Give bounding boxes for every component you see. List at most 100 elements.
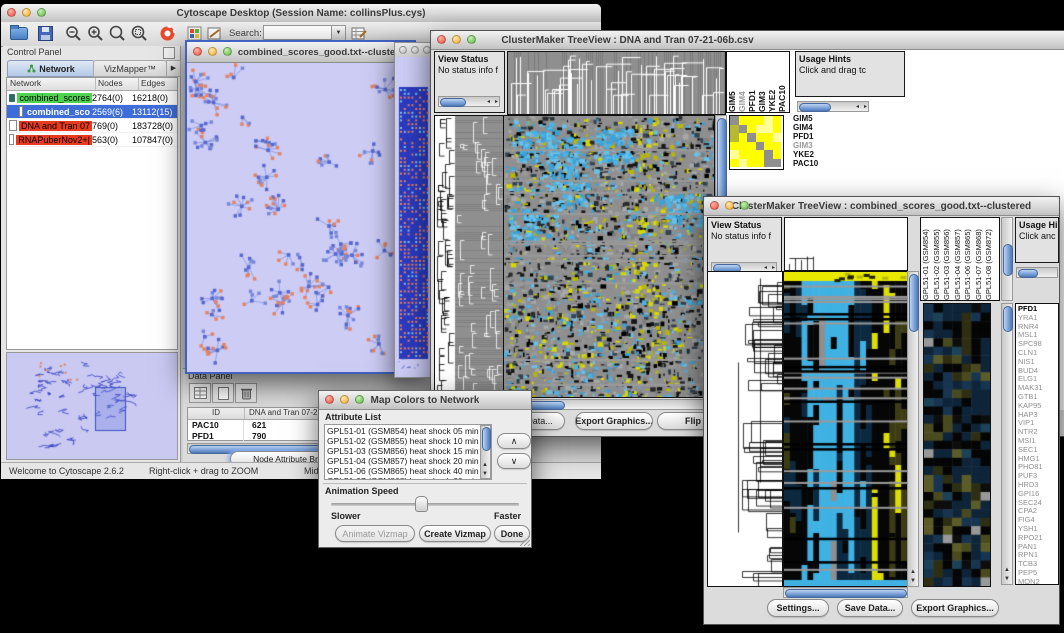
- matrix-cell[interactable]: [773, 133, 782, 142]
- network-table-row[interactable]: combined_sco2569(6)13112(15): [7, 105, 177, 119]
- network-table-row[interactable]: RNAPuberNov2+|563(0)107847(0): [7, 133, 177, 147]
- col-nodes[interactable]: Nodes: [96, 78, 139, 90]
- treeview1-zoomview-hscrollbar[interactable]: ◂ ▸: [797, 101, 869, 112]
- scroll-right-icon[interactable]: ▸: [495, 98, 498, 106]
- matrix-cell[interactable]: [773, 150, 782, 159]
- delete-attribute-trash-icon[interactable]: [235, 383, 257, 403]
- column-label[interactable]: PAC10: [777, 54, 787, 112]
- matrix-cell[interactable]: [739, 116, 748, 125]
- close-button[interactable]: [325, 395, 334, 404]
- main-titlebar[interactable]: Cytoscape Desktop (Session Name: collins…: [1, 4, 601, 23]
- col-edges[interactable]: Edges: [139, 78, 177, 90]
- speed-slider-thumb[interactable]: [415, 496, 428, 512]
- close-button[interactable]: [437, 35, 446, 44]
- treeview1-column-dendrogram[interactable]: [507, 51, 726, 115]
- matrix-cell[interactable]: [756, 125, 765, 134]
- matrix-cell[interactable]: [739, 142, 748, 151]
- network-window2-titlebar[interactable]: [395, 43, 432, 58]
- move-up-button[interactable]: ∧: [497, 433, 531, 449]
- column-label[interactable]: GPL51-08 (GSM872): [984, 220, 995, 300]
- save-data-button[interactable]: Save Data...: [837, 599, 903, 617]
- attribute-list-item[interactable]: GPL51-01 (GSM854) heat shock 05 min: [327, 426, 489, 436]
- treeview1-row-dendrogram[interactable]: [434, 115, 504, 398]
- close-button[interactable]: [193, 47, 202, 56]
- treeview2-heatmap-vscrollbar[interactable]: ▲ ▼: [907, 271, 919, 587]
- treeview2-labels-vscrollbar[interactable]: [1001, 217, 1013, 301]
- minimize-button[interactable]: [452, 35, 461, 44]
- heatmap-vscrollbar-thumb[interactable]: [717, 118, 727, 200]
- network-table-row[interactable]: combined_scores2764(0)16218(0): [7, 91, 177, 105]
- column-label[interactable]: GIM3: [757, 54, 767, 112]
- scroll-right-icon[interactable]: ▸: [864, 103, 867, 111]
- treeview2-zoom-view[interactable]: [923, 303, 991, 587]
- scroll-left-icon[interactable]: ◂: [487, 98, 490, 106]
- tab-overflow-button[interactable]: ▶: [166, 60, 181, 77]
- zoom-button[interactable]: [355, 395, 364, 404]
- col-network[interactable]: Network: [7, 78, 96, 90]
- column-label[interactable]: PFD1: [747, 54, 757, 112]
- scroll-up-icon[interactable]: ▲: [910, 568, 916, 576]
- column-label[interactable]: GIM5: [727, 54, 737, 112]
- attribute-listbox[interactable]: GPL51-01 (GSM854) heat shock 05 min GPL51…: [324, 424, 492, 480]
- new-attribute-icon[interactable]: [212, 383, 234, 403]
- zoom-button[interactable]: [467, 35, 476, 44]
- resize-grip-icon[interactable]: [520, 536, 530, 546]
- scroll-down-icon[interactable]: ▼: [1004, 575, 1010, 583]
- animate-vizmap-button[interactable]: Animate Vizmap: [335, 525, 415, 542]
- heatmap-hscrollbar-thumb[interactable]: [785, 589, 907, 598]
- matrix-cell[interactable]: [756, 116, 765, 125]
- column-label[interactable]: YKE2: [767, 54, 777, 112]
- labels-vscrollbar-thumb[interactable]: [1003, 244, 1013, 276]
- network-view-canvas[interactable]: [187, 63, 414, 372]
- matrix-cell[interactable]: [764, 159, 773, 168]
- matrix-cell[interactable]: [730, 159, 739, 168]
- column-label[interactable]: GPL51-06 (GSM865): [963, 220, 974, 300]
- create-vizmap-button[interactable]: Create Vizmap: [419, 525, 491, 542]
- help-lifesaver-icon[interactable]: [157, 24, 177, 43]
- matrix-cell[interactable]: [764, 116, 773, 125]
- attribute-list-item[interactable]: GPL51-04 (GSM857) heat shock 20 min: [327, 456, 489, 466]
- gene-label[interactable]: MON2: [1018, 578, 1058, 585]
- data-col-id[interactable]: ID: [188, 408, 245, 419]
- column-label[interactable]: GPL51-02 (GSM855): [932, 220, 943, 300]
- close-button[interactable]: [399, 46, 407, 54]
- birdseye-view[interactable]: [6, 352, 178, 460]
- matrix-cell[interactable]: [747, 159, 756, 168]
- column-label[interactable]: GPL51-01 (GSM854): [921, 220, 932, 300]
- scroll-up-icon[interactable]: ▲: [482, 461, 488, 469]
- matrix-cell[interactable]: [730, 150, 739, 159]
- row-label[interactable]: PAC10: [793, 160, 827, 169]
- treeview2-zoom-vscrollbar[interactable]: ▲ ▼: [1001, 303, 1013, 585]
- matrix-cell[interactable]: [747, 150, 756, 159]
- treeview1-heatmap[interactable]: [503, 115, 715, 398]
- matrix-cell[interactable]: [730, 142, 739, 151]
- export-graphics-button[interactable]: Export Graphics...: [911, 599, 999, 617]
- zoom-vscrollbar-thumb[interactable]: [1003, 306, 1013, 332]
- attribute-list-vscrollbar-thumb[interactable]: [482, 427, 491, 451]
- save-session-icon[interactable]: [35, 24, 55, 43]
- move-down-button[interactable]: ∨: [497, 453, 531, 469]
- matrix-cell[interactable]: [730, 116, 739, 125]
- matrix-cell[interactable]: [764, 133, 773, 142]
- matrix-cell[interactable]: [739, 159, 748, 168]
- matrix-cell[interactable]: [773, 116, 782, 125]
- zoom-selected-icon[interactable]: [129, 24, 149, 43]
- matrix-cell[interactable]: [730, 133, 739, 142]
- network-table-row[interactable]: DNA and Tran 07769(0)183728(0): [7, 119, 177, 133]
- close-button[interactable]: [710, 201, 719, 210]
- matrix-cell[interactable]: [756, 159, 765, 168]
- attribute-list-item[interactable]: GPL51-03 (GSM856) heat shock 15 min: [327, 446, 489, 456]
- matrix-cell[interactable]: [747, 125, 756, 134]
- treeview2-heatmap[interactable]: [783, 271, 908, 587]
- treeview1-zoom-matrix[interactable]: [729, 115, 784, 170]
- treeview2-row-dendrogram[interactable]: [707, 271, 783, 587]
- matrix-cell[interactable]: [747, 142, 756, 151]
- scroll-down-icon[interactable]: ▼: [482, 470, 488, 478]
- matrix-cell[interactable]: [739, 133, 748, 142]
- treeview2-heatmap-hscrollbar[interactable]: [783, 587, 908, 598]
- network-canvas-container[interactable]: [187, 63, 414, 372]
- zoom-fit-icon[interactable]: [107, 24, 127, 43]
- view-status-hscrollbar-thumb[interactable]: [440, 98, 466, 107]
- attribute-list-item[interactable]: GPL51-07 (GSM868) heat shock 60 min: [327, 476, 489, 480]
- attribute-list-item[interactable]: GPL51-06 (GSM865) heat shock 40 min: [327, 466, 489, 476]
